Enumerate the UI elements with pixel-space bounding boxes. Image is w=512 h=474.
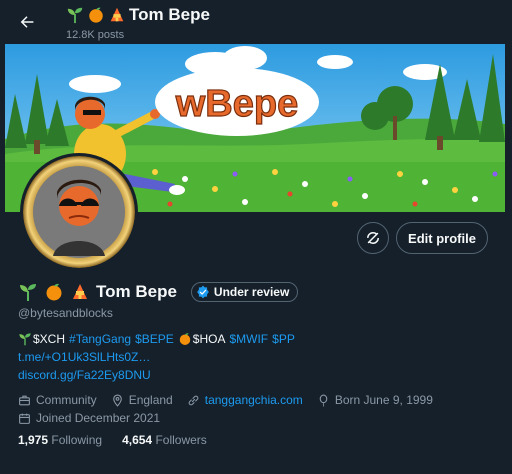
bio-cashtag-xch: $XCH	[33, 332, 66, 346]
bio-telegram-link[interactable]: t.me/+O1Uk3SlLHts0Z…	[18, 350, 150, 364]
back-arrow-icon	[20, 16, 34, 28]
bio-cashtag-bepe[interactable]: $BEPE	[135, 330, 174, 348]
bio-cashtag-mwif[interactable]: $MWIF	[229, 330, 268, 348]
meta-birthday-label: Born June 9, 1999	[334, 393, 433, 407]
calendar-icon	[19, 413, 30, 424]
header-name: Tom Bepe	[129, 5, 210, 24]
edit-profile-button[interactable]: Edit profile	[396, 222, 488, 254]
following-link[interactable]: 1,975 Following	[18, 433, 102, 447]
meta-location-label: England	[128, 393, 173, 407]
website-link[interactable]: tanggangchia.com	[205, 391, 303, 409]
follow-stats: 1,975 Following 4,654 Followers	[18, 433, 207, 447]
tangerine-icon	[44, 282, 64, 302]
profile-name-row: Tom Bepe Under review	[18, 282, 299, 302]
meta-website: tanggangchia.com	[187, 391, 303, 409]
top-bar: Tom Bepe 12.8K posts	[0, 0, 512, 44]
profile-options-button[interactable]	[357, 222, 389, 254]
meta-category: Community	[18, 391, 97, 409]
banner-logo-text: wBepe	[175, 83, 298, 125]
bio-line-tokens: $XCH #TangGang $BEPE $HOA $MWIF $PP	[18, 330, 498, 348]
profile-bio: $XCH #TangGang $BEPE $HOA $MWIF $PP t.me…	[18, 330, 498, 384]
bio-hashtag-tanggang[interactable]: #TangGang	[69, 330, 131, 348]
bio-cashtag-pp[interactable]: $PP	[272, 330, 295, 348]
followers-label: Followers	[155, 433, 207, 447]
followers-link[interactable]: 4,654 Followers	[122, 433, 207, 447]
avatar-image	[23, 156, 135, 268]
hoa-icon	[108, 6, 126, 24]
hoa-icon	[70, 282, 90, 302]
meta-joined-label: Joined December 2021	[36, 411, 161, 425]
seedling-icon	[18, 282, 38, 302]
bio-cashtag-hoa: $HOA	[192, 332, 226, 346]
balloon-icon	[319, 394, 328, 407]
meta-birthday: Born June 9, 1999	[317, 391, 433, 409]
link-icon	[188, 395, 199, 405]
meta-location: England	[111, 391, 173, 409]
back-button[interactable]	[14, 9, 40, 35]
following-count: 1,975	[18, 433, 49, 447]
tangerine-icon	[87, 6, 105, 24]
followers-count: 4,654	[122, 433, 153, 447]
location-pin-icon	[112, 394, 122, 407]
badge-label: Under review	[213, 285, 290, 299]
profile-display-name: Tom Bepe	[96, 282, 177, 301]
verification-status-badge[interactable]: Under review	[190, 282, 299, 302]
avatar[interactable]	[20, 153, 138, 271]
disconnected-link-icon	[367, 232, 379, 244]
briefcase-icon	[19, 395, 30, 405]
seedling-icon	[66, 6, 84, 24]
avatar-illustration	[23, 156, 135, 268]
bio-discord-link[interactable]: discord.gg/Fa22Ey8DNU	[18, 368, 151, 382]
profile-meta: Community England tanggangchia.com Born …	[18, 391, 498, 427]
following-label: Following	[51, 433, 103, 447]
seedling-icon	[18, 332, 32, 346]
posts-count: 12.8K posts	[66, 29, 125, 41]
verified-badge-icon	[197, 285, 209, 299]
header-title: Tom Bepe	[66, 5, 210, 25]
tangerine-icon	[178, 332, 192, 346]
meta-category-label: Community	[36, 393, 97, 407]
meta-joined: Joined December 2021	[18, 409, 160, 427]
profile-handle: @bytesandblocks	[18, 306, 113, 320]
